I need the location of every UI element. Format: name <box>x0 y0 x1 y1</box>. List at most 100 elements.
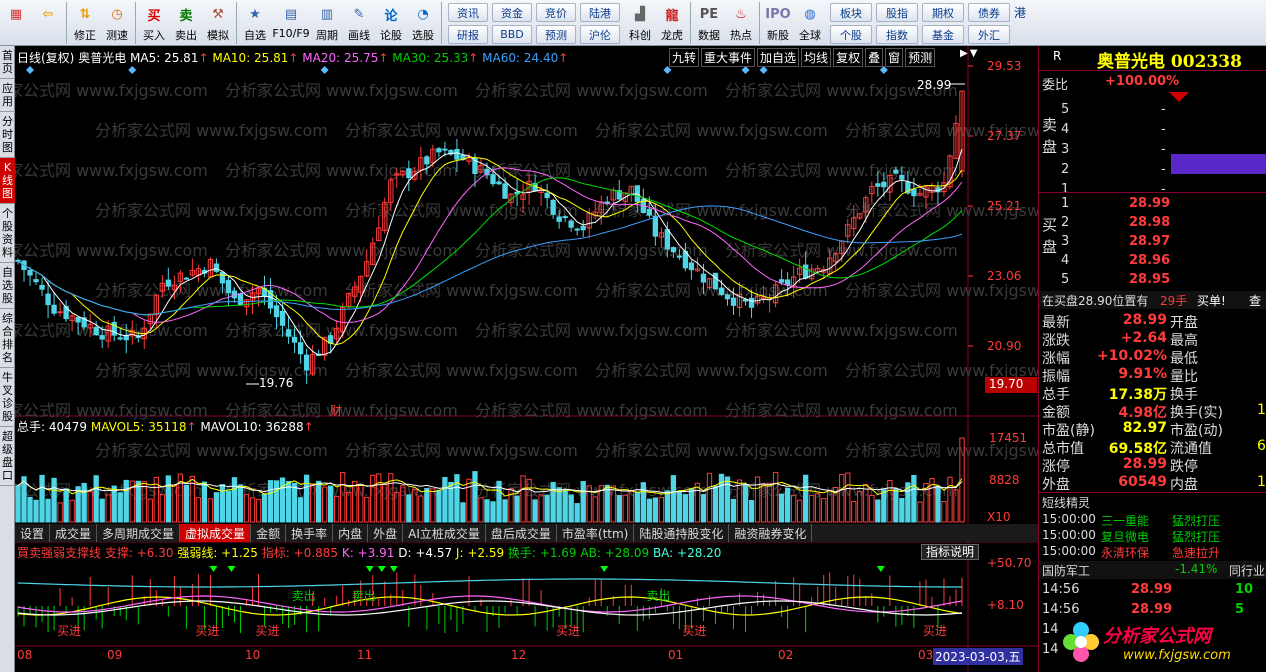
sector-row[interactable]: 国防军工 -1.41% 同行业 <box>1039 561 1266 579</box>
sidebar-item-2[interactable]: 分时图 <box>0 112 15 158</box>
quick-link-6[interactable]: 预测 <box>536 25 576 44</box>
quick-link-2[interactable]: 竞价 <box>536 3 576 22</box>
event-marker[interactable] <box>879 66 888 74</box>
sidebar-item-1[interactable]: 应用 <box>0 79 15 112</box>
quick-link-1[interactable]: 资金 <box>492 3 532 22</box>
bid-row[interactable]: 3 28.97 <box>1039 234 1266 252</box>
bid-row[interactable]: 2 28.98 <box>1039 215 1266 233</box>
indicator-tab-12[interactable]: 融资融券变化 <box>729 524 813 542</box>
indicator-tab-2[interactable]: 多周期成交量 <box>97 524 181 542</box>
weibi-value: +100.00% <box>1105 74 1180 89</box>
notice-more[interactable]: 查 <box>1249 292 1261 309</box>
measure-button[interactable]: ◷ 测速 <box>101 0 133 45</box>
indicator-tab-7[interactable]: 外盘 <box>368 524 404 542</box>
market-link-0[interactable]: 板块 <box>830 3 872 22</box>
sell-button[interactable]: 卖卖出 <box>170 0 202 45</box>
bid-row[interactable]: 4 28.96 <box>1039 253 1266 271</box>
watchlist-button[interactable]: ★ 自选 <box>239 0 271 45</box>
drawline-button[interactable]: ✎ 画线 <box>343 0 375 45</box>
kline-chart-panel[interactable]: 分析家公式网 www.fxjgsw.com 分析家公式网 www.fxjgsw.c… <box>15 46 1038 672</box>
d-value: D: +4.57 <box>398 546 453 560</box>
event-marker[interactable] <box>663 66 672 74</box>
sidebar-item-8[interactable]: 超级盘口 <box>0 427 15 486</box>
indicator-tab-10[interactable]: 市盈率(ttm) <box>557 524 635 542</box>
chart-tool-3[interactable]: 均线 <box>801 48 832 67</box>
collapse-arrow-icon[interactable] <box>1169 92 1189 102</box>
chart-tool-6[interactable]: 窗 <box>885 48 904 67</box>
sector-more[interactable]: 同行业 <box>1229 562 1265 579</box>
event-marker[interactable] <box>759 66 768 74</box>
event-marker[interactable] <box>320 66 329 74</box>
chart-tool-4[interactable]: 复权 <box>833 48 864 67</box>
bid-row[interactable]: 1 28.99 <box>1039 196 1266 214</box>
indicator-tab-1[interactable]: 成交量 <box>50 524 98 542</box>
indicator-tab-4[interactable]: 金额 <box>251 524 287 542</box>
kechuang-button[interactable]: ▟ 科创 <box>624 0 656 45</box>
arrow-right-icon[interactable]: ▶ <box>960 48 968 64</box>
market-link-6[interactable]: 基金 <box>922 25 964 44</box>
event-marker[interactable] <box>741 66 750 74</box>
dragon-button[interactable]: 龍龙虎 <box>656 0 688 45</box>
quick-link-0[interactable]: 资讯 <box>448 3 488 22</box>
mavol10-label: MAVOL10: 36288 <box>200 420 304 434</box>
quick-link-3[interactable]: 陆港 <box>580 3 620 22</box>
event-marker[interactable] <box>128 66 137 74</box>
quote-row: 振幅 9.91% 量比 <box>1039 366 1266 385</box>
market-link-4[interactable]: 个股 <box>830 25 872 44</box>
chart-tool-0[interactable]: 九转 <box>669 48 700 67</box>
indicator-tab-3[interactable]: 虚拟成交量 <box>180 524 252 542</box>
elf-title[interactable]: 短线精灵 <box>1042 494 1090 511</box>
dropdown-icon[interactable]: ▼ <box>970 48 978 64</box>
ask-row[interactable]: 5- <box>1039 102 1266 120</box>
quick-link-4[interactable]: 研报 <box>448 25 488 44</box>
market-link-3[interactable]: 债券 <box>968 3 1010 22</box>
sidebar-item-4[interactable]: 个股资料 <box>0 204 15 263</box>
indicator-tab-11[interactable]: 陆股通持股变化 <box>634 524 730 542</box>
elf-row[interactable]: 15:00:00 永清环保 急速拉升 <box>1039 544 1266 562</box>
indicator-tab-8[interactable]: AI立桩成交量 <box>403 524 486 542</box>
toolbar-button-label: 卖出 <box>175 29 197 42</box>
chart-tool-7[interactable]: 预测 <box>905 48 936 67</box>
repair-button[interactable]: ⇅ 修正 <box>69 0 101 45</box>
market-link-1[interactable]: 股指 <box>876 3 918 22</box>
indicator-help-button[interactable]: 指标说明 <box>921 544 980 560</box>
ma5-label: MA5: 25.81 <box>130 51 199 65</box>
star-folder-icon: ★ <box>249 6 261 22</box>
period-button[interactable]: ▥ 周期 <box>311 0 343 45</box>
sidebar-item-6[interactable]: 综合排名 <box>0 309 15 368</box>
chart-canvas[interactable]: 分析家公式网 www.fxjgsw.com 分析家公式网 www.fxjgsw.c… <box>15 46 1038 672</box>
hot-button[interactable]: ♨ 热点 <box>725 0 757 45</box>
ipo-button[interactable]: IPO 新股 <box>762 0 794 45</box>
buy-button[interactable]: 买买入 <box>138 0 170 45</box>
indicator-tab-5[interactable]: 换手率 <box>286 524 334 542</box>
data-button[interactable]: PE 数据 <box>693 0 725 45</box>
sidebar-item-3[interactable]: K线图 <box>0 158 15 204</box>
menu-button[interactable]: ▦ <box>0 0 32 45</box>
market-link-7[interactable]: 外汇 <box>968 25 1010 44</box>
finance-marker[interactable]: 财 <box>330 402 342 419</box>
market-link-2[interactable]: 期权 <box>922 3 964 22</box>
back-button[interactable]: ⇦ <box>32 0 64 45</box>
ask-row[interactable]: 4- <box>1039 122 1266 140</box>
indicator-tab-0[interactable]: 设置 <box>15 524 51 542</box>
stock-pick-button[interactable]: ◔ 选股 <box>407 0 439 45</box>
stock-review-button[interactable]: 论论股 <box>375 0 407 45</box>
sidebar-item-0[interactable]: 首页 <box>0 46 15 79</box>
order-notice[interactable]: 在买盘28.90位置有 29手 买单! 查 <box>1039 291 1266 309</box>
global-button[interactable]: ◍ 全球 <box>794 0 826 45</box>
indicator-tab-9[interactable]: 盘后成交量 <box>486 524 557 542</box>
quick-link-5[interactable]: BBD <box>492 25 532 44</box>
chart-tool-1[interactable]: 重大事件 <box>701 48 756 67</box>
sidebar-item-7[interactable]: 牛叉诊股 <box>0 368 15 427</box>
chart-tool-2[interactable]: 加自选 <box>757 48 800 67</box>
event-marker[interactable] <box>26 66 35 74</box>
market-link-5[interactable]: 指数 <box>876 25 918 44</box>
quick-link-7[interactable]: 沪伦 <box>580 25 620 44</box>
simulate-button[interactable]: ⚒ 模拟 <box>202 0 234 45</box>
sidebar-item-5[interactable]: 自选股 <box>0 263 15 309</box>
f10-button[interactable]: ▤ F10/F9 <box>271 0 311 45</box>
more-link[interactable]: 港 <box>1014 4 1026 21</box>
indicator-tab-6[interactable]: 内盘 <box>333 524 369 542</box>
bid-row[interactable]: 5 28.95 <box>1039 272 1266 290</box>
chart-tool-5[interactable]: 叠 <box>865 48 884 67</box>
